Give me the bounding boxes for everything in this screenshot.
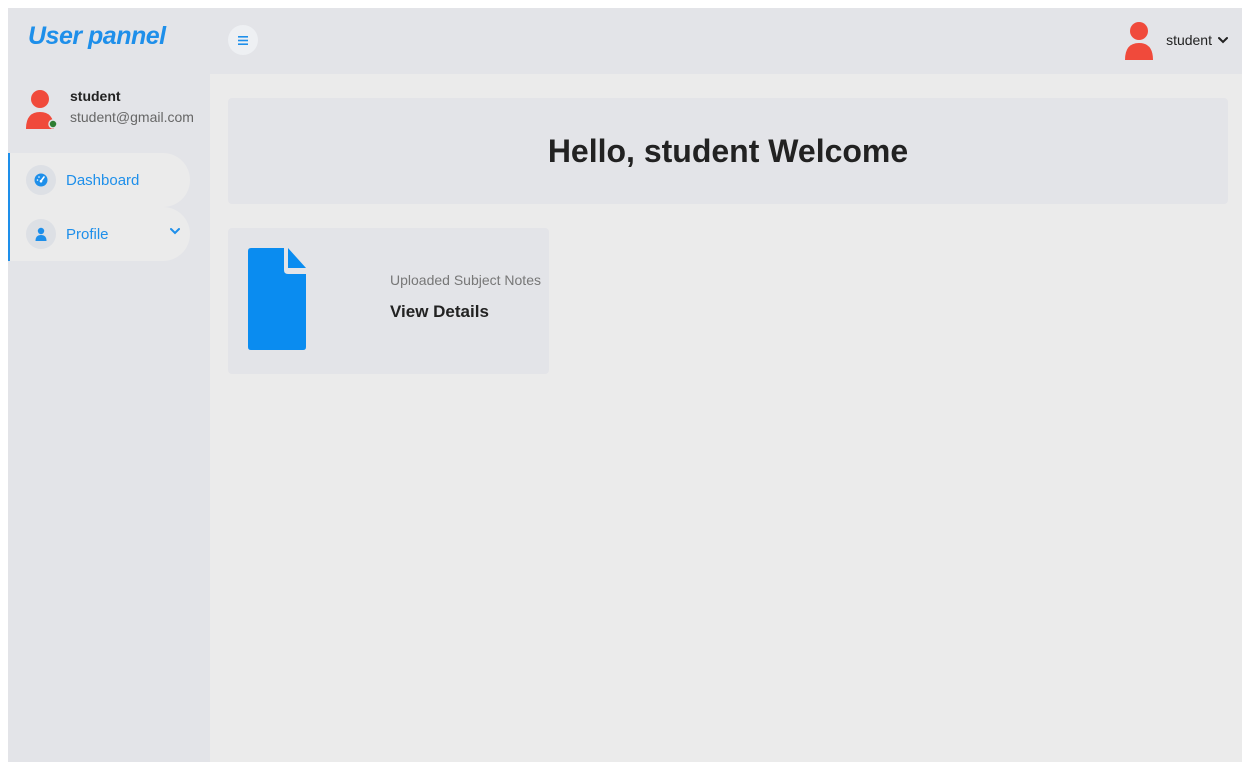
sidebar-item-label: Dashboard bbox=[66, 171, 140, 189]
sidebar-user-email: student@gmail.com bbox=[70, 109, 194, 125]
welcome-banner: Hello, student Welcome bbox=[228, 98, 1228, 204]
user-icon bbox=[26, 219, 56, 249]
sidebar-user-name: student bbox=[70, 88, 121, 104]
user-avatar-icon bbox=[26, 90, 58, 129]
sidebar-user: student student@gmail.com bbox=[24, 88, 210, 138]
uploaded-notes-card[interactable]: Uploaded Subject Notes View Details bbox=[228, 228, 549, 374]
app-root: User pannel student student@gmail.com Da… bbox=[8, 8, 1242, 762]
view-details-link[interactable]: View Details bbox=[390, 302, 489, 322]
sidebar-item-profile[interactable]: Profile bbox=[8, 207, 190, 261]
card-label: Uploaded Subject Notes bbox=[390, 272, 541, 288]
document-icon bbox=[248, 248, 306, 350]
chevron-down-icon bbox=[170, 228, 180, 235]
sidebar: User pannel student student@gmail.com Da… bbox=[8, 8, 210, 762]
chevron-down-icon bbox=[1218, 37, 1228, 44]
welcome-heading: Hello, student Welcome bbox=[547, 132, 909, 169]
gauge-icon bbox=[26, 165, 56, 195]
sidebar-item-label: Profile bbox=[66, 225, 109, 243]
header-user-menu[interactable]: student bbox=[1122, 20, 1228, 60]
header-avatar-icon bbox=[1125, 22, 1154, 60]
brand-title[interactable]: User pannel bbox=[28, 22, 166, 51]
menu-toggle-button[interactable] bbox=[228, 25, 258, 55]
top-header: student bbox=[210, 8, 1242, 74]
header-username: student bbox=[1166, 32, 1212, 48]
hamburger-icon bbox=[238, 35, 248, 45]
sidebar-nav: Dashboard Profile bbox=[8, 153, 210, 261]
sidebar-item-dashboard[interactable]: Dashboard bbox=[8, 153, 190, 207]
